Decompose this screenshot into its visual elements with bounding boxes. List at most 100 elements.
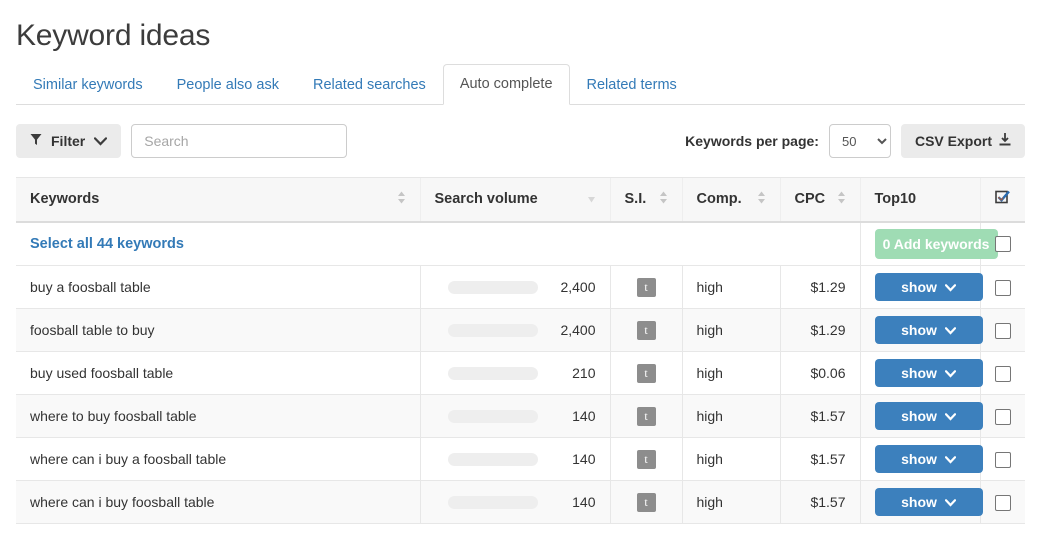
- cell-keyword: foosball table to buy: [16, 309, 420, 352]
- table-header: Keywords Search volumeS.I. Comp. CPC Top10: [16, 178, 1025, 222]
- show-button-label: show: [901, 408, 937, 424]
- keyword-ideas-page: Keyword ideas Similar keywordsPeople als…: [0, 0, 1041, 554]
- chevron-down-icon: [945, 494, 956, 510]
- chevron-down-icon: [945, 451, 956, 467]
- cell-search-volume: 2,400: [420, 266, 610, 309]
- cell-si: t: [610, 352, 682, 395]
- row-checkbox[interactable]: [995, 366, 1011, 382]
- column-header-keywords[interactable]: Keywords: [16, 178, 420, 222]
- tab-auto-complete[interactable]: Auto complete: [443, 64, 570, 105]
- chevron-down-icon: [945, 279, 956, 295]
- row-checkbox[interactable]: [995, 495, 1011, 511]
- cell-si: t: [610, 481, 682, 524]
- row-checkbox[interactable]: [995, 280, 1011, 296]
- cell-keyword: buy a foosball table: [16, 266, 420, 309]
- chevron-down-icon: [945, 322, 956, 338]
- cell-row-checkbox: [980, 438, 1025, 481]
- show-button[interactable]: show: [875, 445, 983, 473]
- sort-icon[interactable]: [397, 191, 406, 208]
- row-checkbox[interactable]: [995, 409, 1011, 425]
- sort-icon[interactable]: [659, 191, 668, 208]
- cell-competition: high: [682, 395, 780, 438]
- csv-export-label: CSV Export: [915, 133, 992, 149]
- cell-top10: show: [860, 309, 980, 352]
- table-row: buy used foosball table210thigh$0.06show: [16, 352, 1025, 395]
- toolbar-right-group: Keywords per page: 50 CSV Export: [685, 124, 1025, 158]
- cell-row-checkbox: [980, 266, 1025, 309]
- cell-cpc: $1.57: [780, 481, 860, 524]
- search-input[interactable]: [131, 124, 347, 158]
- filter-button[interactable]: Filter: [16, 124, 121, 158]
- cell-cpc: $0.06: [780, 352, 860, 395]
- volume-bar-track: [448, 496, 538, 509]
- column-header-search_volume[interactable]: Search volume: [420, 178, 610, 222]
- keywords-per-page-select[interactable]: 50: [829, 124, 891, 158]
- column-header-cpc[interactable]: CPC: [780, 178, 860, 222]
- table-row: where to buy foosball table140thigh$1.57…: [16, 395, 1025, 438]
- page-title: Keyword ideas: [0, 0, 1041, 58]
- csv-export-button[interactable]: CSV Export: [901, 124, 1025, 158]
- select-all-cell: Select all 44 keywords: [16, 222, 860, 266]
- tab-bar: Similar keywordsPeople also askRelated s…: [16, 66, 1025, 105]
- cell-si: t: [610, 395, 682, 438]
- cell-competition: high: [682, 481, 780, 524]
- column-header-label-keywords: Keywords: [30, 191, 99, 207]
- volume-value: 140: [554, 451, 596, 467]
- sort-icon[interactable]: [757, 191, 766, 208]
- cell-competition: high: [682, 438, 780, 481]
- volume-value: 140: [554, 408, 596, 424]
- chevron-down-icon: [945, 365, 956, 381]
- cell-search-volume: 140: [420, 481, 610, 524]
- show-button[interactable]: show: [875, 359, 983, 387]
- show-button[interactable]: show: [875, 316, 983, 344]
- table-row: where can i buy foosball table140thigh$1…: [16, 481, 1025, 524]
- select-all-row: Select all 44 keywords 0 Add keywords: [16, 222, 1025, 266]
- cell-si: t: [610, 309, 682, 352]
- show-button-label: show: [901, 451, 937, 467]
- cell-top10: show: [860, 266, 980, 309]
- show-button[interactable]: show: [875, 273, 983, 301]
- show-button-label: show: [901, 322, 937, 338]
- show-button[interactable]: show: [875, 488, 983, 516]
- column-header-top10: Top10: [860, 178, 980, 222]
- cell-top10: show: [860, 395, 980, 438]
- cell-si: t: [610, 266, 682, 309]
- cell-keyword: where can i buy foosball table: [16, 481, 420, 524]
- column-header-si[interactable]: S.I.: [610, 178, 682, 222]
- tab-related-searches[interactable]: Related searches: [296, 65, 443, 105]
- sort-icon-desc[interactable]: [587, 191, 596, 207]
- column-header-label-top10: Top10: [875, 191, 917, 207]
- column-header-label-comp: Comp.: [697, 191, 742, 207]
- cell-competition: high: [682, 266, 780, 309]
- check-square-icon[interactable]: [995, 193, 1011, 209]
- row-checkbox[interactable]: [995, 452, 1011, 468]
- cell-row-checkbox: [980, 481, 1025, 524]
- add-keywords-cell: 0 Add keywords: [860, 222, 980, 266]
- cell-search-volume: 140: [420, 395, 610, 438]
- add-keywords-button[interactable]: 0 Add keywords: [875, 229, 998, 259]
- funnel-icon: [30, 133, 42, 149]
- select-all-checkbox[interactable]: [995, 236, 1011, 252]
- volume-bar-track: [448, 453, 538, 466]
- cell-row-checkbox: [980, 309, 1025, 352]
- select-all-link[interactable]: Select all 44 keywords: [30, 236, 184, 252]
- tab-similar-keywords[interactable]: Similar keywords: [16, 65, 160, 105]
- sort-icon[interactable]: [837, 191, 846, 208]
- column-header-comp[interactable]: Comp.: [682, 178, 780, 222]
- cell-keyword: buy used foosball table: [16, 352, 420, 395]
- si-badge: t: [637, 321, 656, 340]
- volume-value: 210: [554, 365, 596, 381]
- column-header-label-cpc: CPC: [795, 191, 826, 207]
- tab-related-terms[interactable]: Related terms: [570, 65, 694, 105]
- si-badge: t: [637, 407, 656, 426]
- table-row: buy a foosball table2,400thigh$1.29show: [16, 266, 1025, 309]
- row-checkbox[interactable]: [995, 323, 1011, 339]
- cell-search-volume: 2,400: [420, 309, 610, 352]
- volume-bar-track: [448, 410, 538, 423]
- si-badge: t: [637, 450, 656, 469]
- tab-people-also-ask[interactable]: People also ask: [160, 65, 296, 105]
- show-button[interactable]: show: [875, 402, 983, 430]
- cell-cpc: $1.29: [780, 309, 860, 352]
- keywords-per-page-label: Keywords per page:: [685, 133, 819, 149]
- keywords-table: Keywords Search volumeS.I. Comp. CPC Top10 S…: [16, 177, 1025, 524]
